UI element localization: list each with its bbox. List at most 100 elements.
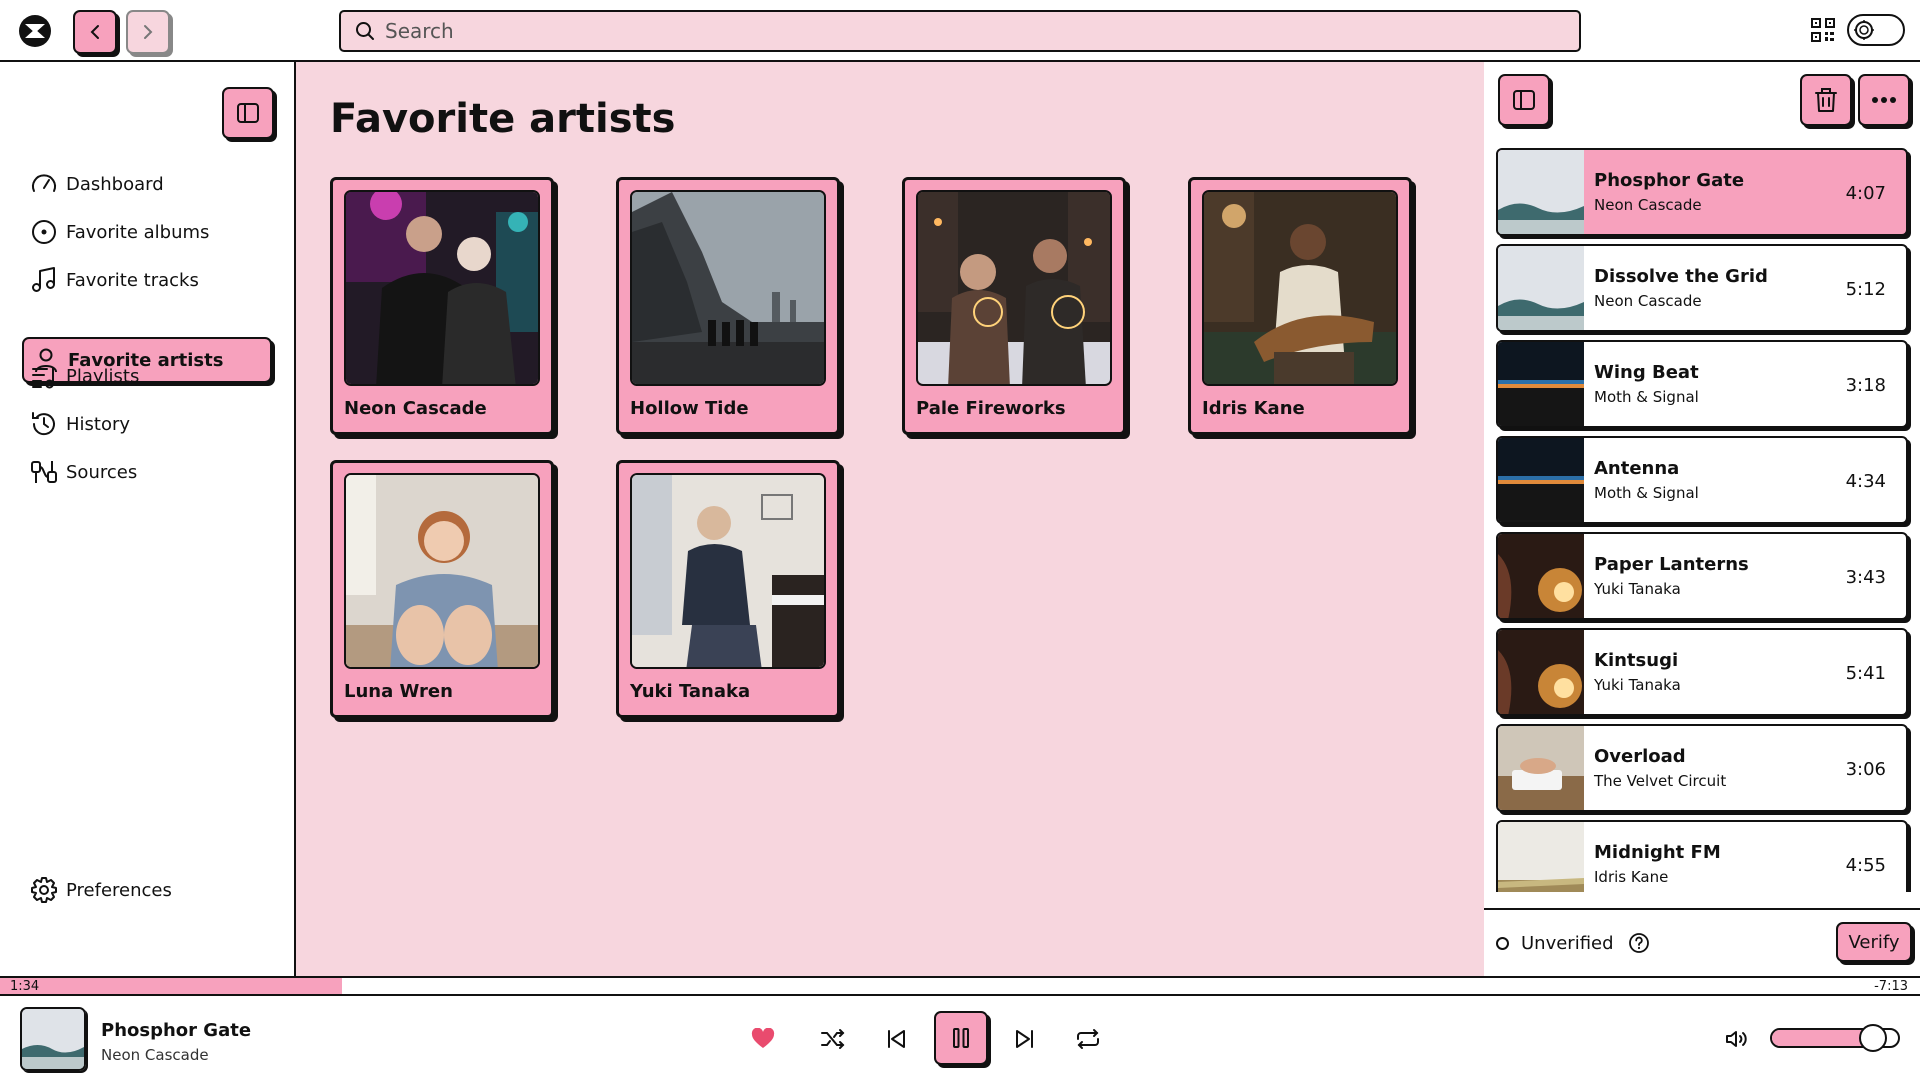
collapse-sidebar-button[interactable]	[222, 87, 274, 139]
search-bar	[339, 10, 1581, 52]
sidebar-item-label: Preferences	[66, 879, 172, 901]
sidebar-item-dashboard[interactable]: Dashboard	[22, 161, 272, 207]
next-button[interactable]	[1010, 1024, 1040, 1054]
artist-name: Pale Fireworks	[916, 398, 1066, 419]
playlist-icon	[28, 360, 60, 392]
track-artist: Yuki Tanaka	[1594, 676, 1681, 694]
artist-card[interactable]: Idris Kane	[1188, 177, 1412, 435]
pause-icon	[953, 1028, 969, 1048]
artist-name: Neon Cascade	[344, 398, 487, 419]
history-icon	[28, 408, 60, 440]
sidebar-panel-icon	[237, 103, 259, 123]
track-artwork	[1498, 150, 1584, 234]
sidebar-panel-icon	[1513, 90, 1535, 110]
previous-button[interactable]	[881, 1024, 911, 1054]
queue-track[interactable]: Paper Lanterns Yuki Tanaka 3:43	[1496, 532, 1908, 620]
artist-name: Yuki Tanaka	[630, 681, 751, 702]
queue-track[interactable]: Dissolve the Grid Neon Cascade 5:12	[1496, 244, 1908, 332]
page-title: Favorite artists	[330, 96, 676, 142]
elapsed-time: 1:34	[10, 979, 40, 994]
artist-photo	[344, 190, 540, 386]
clear-queue-button[interactable]	[1800, 74, 1852, 126]
now-playing-artwork[interactable]	[20, 1007, 86, 1071]
sidebar-item-label: Dashboard	[66, 173, 164, 195]
track-artwork	[1498, 534, 1584, 618]
track-duration: 3:43	[1845, 567, 1886, 588]
artist-photo	[344, 473, 540, 669]
help-icon[interactable]	[1628, 932, 1650, 954]
main-content: Favorite artists Neon Cascade Hollow Tid…	[296, 62, 1484, 976]
queue-track[interactable]: Overload The Velvet Circuit 3:06	[1496, 724, 1908, 812]
artist-photo	[630, 473, 826, 669]
top-bar	[0, 0, 1920, 62]
app-logo[interactable]	[17, 13, 53, 49]
verify-button[interactable]: Verify	[1836, 922, 1912, 962]
heart-icon	[751, 1028, 775, 1048]
shuffle-button[interactable]	[818, 1024, 848, 1054]
progress-fill	[0, 978, 342, 994]
track-artwork	[1498, 246, 1584, 330]
artist-card[interactable]: Neon Cascade	[330, 177, 554, 435]
queue-track[interactable]: Kintsugi Yuki Tanaka 5:41	[1496, 628, 1908, 716]
back-button[interactable]	[73, 10, 117, 54]
artist-card[interactable]: Yuki Tanaka	[616, 460, 840, 718]
volume-button[interactable]	[1722, 1024, 1752, 1054]
status-dot-icon	[1496, 936, 1509, 950]
sidebar-item-favorite-albums[interactable]: Favorite albums	[22, 209, 272, 255]
qr-code-icon[interactable]	[1810, 17, 1836, 43]
artist-card[interactable]: Luna Wren	[330, 460, 554, 718]
status-label: Unverified	[1521, 932, 1614, 954]
search-input[interactable]	[385, 19, 1535, 43]
track-artist: Neon Cascade	[1594, 196, 1702, 214]
skip-forward-icon	[1016, 1030, 1033, 1048]
sidebar-item-label: Sources	[66, 461, 138, 483]
queue-track[interactable]: Phosphor Gate Neon Cascade 4:07	[1496, 148, 1908, 236]
playback-progress-bar[interactable]: 1:34 -7:13	[0, 976, 1920, 996]
theme-toggle-icon	[1852, 19, 1876, 41]
track-title: Overload	[1594, 746, 1686, 767]
track-title: Paper Lanterns	[1594, 554, 1749, 575]
sidebar-item-history[interactable]: History	[22, 401, 272, 447]
now-playing-title: Phosphor Gate	[101, 1020, 252, 1041]
sources-icon	[28, 456, 60, 488]
sidebar-item-preferences[interactable]: Preferences	[22, 867, 272, 913]
remaining-time: -7:13	[1874, 979, 1908, 994]
track-duration: 3:06	[1845, 759, 1886, 780]
repeat-button[interactable]	[1073, 1024, 1103, 1054]
artist-name: Luna Wren	[344, 681, 453, 702]
theme-toggle[interactable]	[1847, 14, 1905, 46]
track-duration: 3:18	[1845, 375, 1886, 396]
sidebar-item-favorite-tracks[interactable]: Favorite tracks	[22, 257, 272, 303]
track-title: Wing Beat	[1594, 362, 1699, 383]
verification-bar: Unverified Verify	[1484, 908, 1920, 976]
queue-panel: Phosphor Gate Neon Cascade 4:07 Dissolve…	[1484, 62, 1920, 976]
artist-photo	[1202, 190, 1398, 386]
sidebar: Dashboard Favorite albums Favorite track…	[0, 62, 296, 976]
collapse-queue-button[interactable]	[1498, 74, 1550, 126]
queue-list: Phosphor Gate Neon Cascade 4:07 Dissolve…	[1496, 148, 1912, 892]
track-duration: 4:55	[1845, 855, 1886, 876]
sidebar-item-sources[interactable]: Sources	[22, 449, 272, 495]
forward-button[interactable]	[126, 10, 170, 54]
artist-photo	[630, 190, 826, 386]
queue-track[interactable]: Antenna Moth & Signal 4:34	[1496, 436, 1908, 524]
sidebar-item-playlists[interactable]: Playlists	[22, 353, 272, 399]
track-title: Midnight FM	[1594, 842, 1721, 863]
like-button[interactable]	[748, 1024, 778, 1054]
artist-card[interactable]: Pale Fireworks	[902, 177, 1126, 435]
track-artist: Neon Cascade	[1594, 292, 1702, 310]
track-duration: 5:41	[1845, 663, 1886, 684]
artist-name: Hollow Tide	[630, 398, 749, 419]
sidebar-item-label: Favorite albums	[66, 221, 210, 243]
track-title: Antenna	[1594, 458, 1680, 479]
more-options-button[interactable]	[1858, 74, 1910, 126]
pause-button[interactable]	[934, 1011, 988, 1065]
queue-track[interactable]: Midnight FM Idris Kane 4:55	[1496, 820, 1908, 892]
volume-handle[interactable]	[1858, 1024, 1887, 1052]
track-title: Kintsugi	[1594, 650, 1679, 671]
track-artwork	[1498, 630, 1584, 714]
volume-slider[interactable]	[1770, 1024, 1900, 1052]
music-note-icon	[28, 264, 60, 296]
queue-track[interactable]: Wing Beat Moth & Signal 3:18	[1496, 340, 1908, 428]
artist-card[interactable]: Hollow Tide	[616, 177, 840, 435]
